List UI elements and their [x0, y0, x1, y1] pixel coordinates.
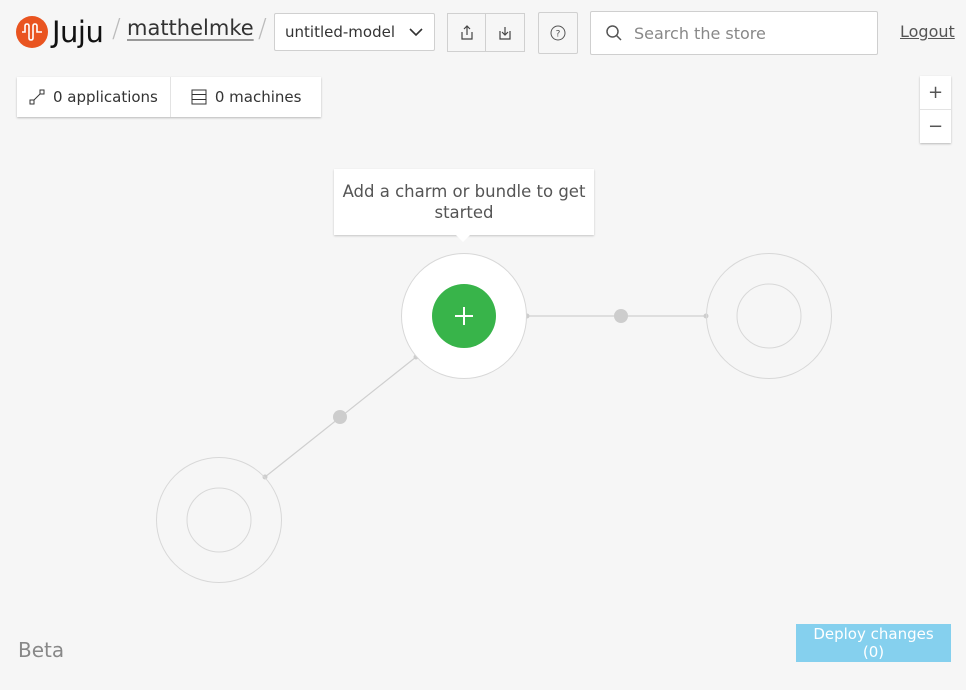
- relation-dot-left: [333, 410, 347, 424]
- model-counts: 0 applications 0 machines: [17, 77, 322, 117]
- share-icon: [460, 24, 473, 40]
- model-name: untitled-model: [285, 23, 395, 41]
- logout-link[interactable]: Logout: [900, 22, 955, 41]
- user-profile-link[interactable]: matthelmke: [127, 16, 254, 40]
- svg-text:?: ?: [556, 30, 561, 40]
- breadcrumb-separator: /: [112, 14, 121, 44]
- applications-icon: [29, 89, 45, 105]
- help-icon: ?: [550, 25, 566, 41]
- applications-count: 0 applications: [53, 88, 158, 106]
- applications-tab[interactable]: 0 applications: [17, 77, 170, 117]
- placeholder-node-right: [706, 253, 832, 379]
- onboarding-tooltip: Add a charm or bundle to get started: [334, 169, 594, 242]
- deploy-changes-button[interactable]: Deploy changes (0): [796, 624, 951, 662]
- machines-icon: [191, 89, 207, 105]
- add-charm-button[interactable]: [432, 284, 496, 348]
- search-input[interactable]: [632, 22, 856, 44]
- machines-tab[interactable]: 0 machines: [169, 77, 322, 117]
- brand-name: Juju: [52, 15, 104, 49]
- zoom-controls: + −: [920, 76, 951, 143]
- juju-logo-icon: [16, 16, 48, 48]
- juju-logo[interactable]: Juju: [16, 15, 104, 49]
- import-icon: [499, 26, 511, 40]
- machines-count: 0 machines: [214, 88, 302, 106]
- export-button[interactable]: [447, 13, 486, 52]
- beta-label: Beta: [18, 638, 65, 662]
- store-search[interactable]: [590, 11, 878, 55]
- search-icon: [606, 25, 622, 41]
- model-actions: [447, 13, 525, 52]
- chevron-down-icon: [408, 23, 424, 41]
- model-switcher[interactable]: untitled-model: [274, 13, 435, 51]
- zoom-out-button[interactable]: −: [920, 109, 951, 143]
- relation-dot-right: [614, 309, 628, 323]
- import-button[interactable]: [486, 13, 525, 52]
- help-button[interactable]: ?: [538, 12, 578, 54]
- zoom-in-button[interactable]: +: [920, 76, 951, 109]
- breadcrumb-separator: /: [258, 14, 267, 44]
